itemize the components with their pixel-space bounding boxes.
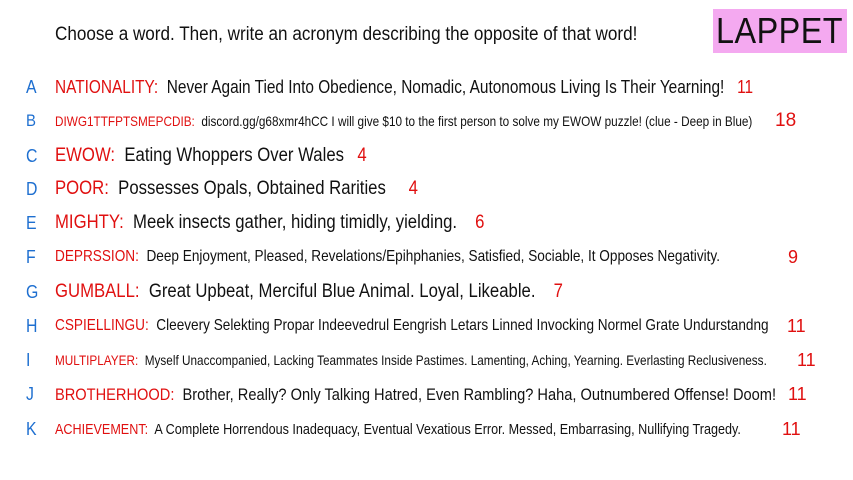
entry-separator: : <box>104 178 109 199</box>
entry-phrase: Cleevery Selekting Propar Indeevedrul Ee… <box>156 317 769 334</box>
prompt-instruction: Choose a word. Then, write an acronym de… <box>55 24 638 45</box>
entry-score: 7 <box>553 281 563 302</box>
entry-separator: : <box>191 113 195 129</box>
entry-separator: : <box>153 77 159 97</box>
entry-phrase: Brother, Really? Only Talking Hatred, Ev… <box>182 385 777 404</box>
entry-letter: I <box>26 350 31 370</box>
entry-line: ACHIEVEMENT: A Complete Horrendous Inade… <box>55 421 741 438</box>
badge-word: LAPPET <box>716 10 844 51</box>
entry-separator: : <box>110 145 116 166</box>
entry-row-j: J BROTHERHOOD: Brother, Really? Only Tal… <box>0 383 853 407</box>
entry-line: BROTHERHOOD: Brother, Really? Only Talki… <box>55 385 776 405</box>
entry-word: NATIONALITY <box>55 77 154 97</box>
entry-score: 6 <box>475 212 485 233</box>
entry-row-b: B DIWG1TTFPTSMEPCDIB: discord.gg/g68xmr4… <box>0 110 853 132</box>
entry-separator: : <box>135 248 139 265</box>
entry-letter: J <box>26 384 34 404</box>
entry-word: CSPIELLINGU <box>55 317 145 334</box>
entry-line: NATIONALITY: Never Again Tied Into Obedi… <box>55 77 753 98</box>
entry-letter: A <box>26 77 37 97</box>
entry-letter: B <box>26 111 36 130</box>
entry-score: 11 <box>788 384 807 404</box>
entry-score: 4 <box>357 145 367 166</box>
entry-separator: : <box>119 212 124 233</box>
entry-separator: : <box>134 352 139 368</box>
entry-score: 9 <box>788 247 799 267</box>
entry-letter: K <box>26 419 37 439</box>
entry-letter: C <box>26 146 38 166</box>
entry-row-h: H CSPIELLINGU: Cleevery Selekting Propar… <box>0 315 853 339</box>
entry-phrase: Great Upbeat, Merciful Blue Animal. Loya… <box>148 281 536 302</box>
entry-phrase: Eating Whoppers Over Wales <box>124 145 344 166</box>
entry-line: MULTIPLAYER: Myself Unaccompanied, Lacki… <box>55 352 767 368</box>
entry-separator: : <box>144 421 149 438</box>
entry-score: 11 <box>782 419 801 439</box>
entry-separator: : <box>134 281 140 302</box>
entry-row-c: C EWOW: Eating Whoppers Over Wales 4 <box>0 144 853 170</box>
entry-separator: : <box>144 317 149 334</box>
entry-word: DIWG1TTFPTSMEPCDIB <box>55 113 192 129</box>
entry-phrase: Meek insects gather, hiding timidly, yie… <box>133 212 458 233</box>
entry-row-d: D POOR: Possesses Opals, Obtained Rariti… <box>0 177 853 203</box>
entry-letter: G <box>26 282 39 302</box>
title-badge: LAPPET <box>713 9 847 53</box>
entry-word: GUMBALL <box>55 281 135 302</box>
entry-score: 18 <box>775 110 797 131</box>
entry-word: BROTHERHOOD <box>55 385 171 404</box>
entry-phrase: Deep Enjoyment, Pleased, Revelations/Epi… <box>146 248 720 265</box>
entry-word: ACHIEVEMENT <box>55 421 145 438</box>
entry-letter: H <box>26 316 38 336</box>
entry-phrase: Possesses Opals, Obtained Rarities <box>118 178 386 199</box>
entry-word: MULTIPLAYER <box>55 352 135 368</box>
entry-row-a: A NATIONALITY: Never Again Tied Into Obe… <box>0 75 853 101</box>
entry-word: POOR <box>55 178 105 199</box>
entry-word: MIGHTY <box>55 212 120 233</box>
entry-row-f: F DEPRSSION: Deep Enjoyment, Pleased, Re… <box>0 246 853 270</box>
entry-word: DEPRSSION <box>55 248 136 265</box>
entry-row-i: I MULTIPLAYER: Myself Unaccompanied, Lac… <box>0 349 853 373</box>
entry-line: POOR: Possesses Opals, Obtained Rarities… <box>55 178 418 200</box>
entry-score: 11 <box>787 316 806 336</box>
entry-score: 4 <box>408 178 418 199</box>
entry-phrase: Never Again Tied Into Obedience, Nomadic… <box>166 77 725 97</box>
entry-phrase: A Complete Horrendous Inadequacy, Eventu… <box>154 421 741 438</box>
entry-score: 11 <box>737 77 754 97</box>
entry-letter: E <box>26 213 37 233</box>
entry-line: CSPIELLINGU: Cleevery Selekting Propar I… <box>55 317 769 335</box>
entry-row-e: E MIGHTY: Meek insects gather, hiding ti… <box>0 211 853 237</box>
entry-line: DIWG1TTFPTSMEPCDIB: discord.gg/g68xmr4hC… <box>55 113 752 129</box>
entry-line: GUMBALL: Great Upbeat, Merciful Blue Ani… <box>55 281 563 303</box>
entry-word: EWOW <box>55 145 111 166</box>
entry-line: MIGHTY: Meek insects gather, hiding timi… <box>55 212 484 234</box>
entry-line: DEPRSSION: Deep Enjoyment, Pleased, Reve… <box>55 248 720 266</box>
entry-phrase: discord.gg/g68xmr4hCC I will give $10 to… <box>201 113 753 129</box>
entry-score: 11 <box>797 350 816 370</box>
entry-row-k: K ACHIEVEMENT: A Complete Horrendous Ina… <box>0 418 853 442</box>
entry-letter: F <box>26 247 36 267</box>
entry-letter: D <box>26 179 38 199</box>
entry-line: EWOW: Eating Whoppers Over Wales 4 <box>55 145 367 167</box>
entry-phrase: Myself Unaccompanied, Lacking Teammates … <box>144 352 767 368</box>
entry-separator: : <box>170 385 175 404</box>
entry-row-g: G GUMBALL: Great Upbeat, Merciful Blue A… <box>0 280 853 306</box>
